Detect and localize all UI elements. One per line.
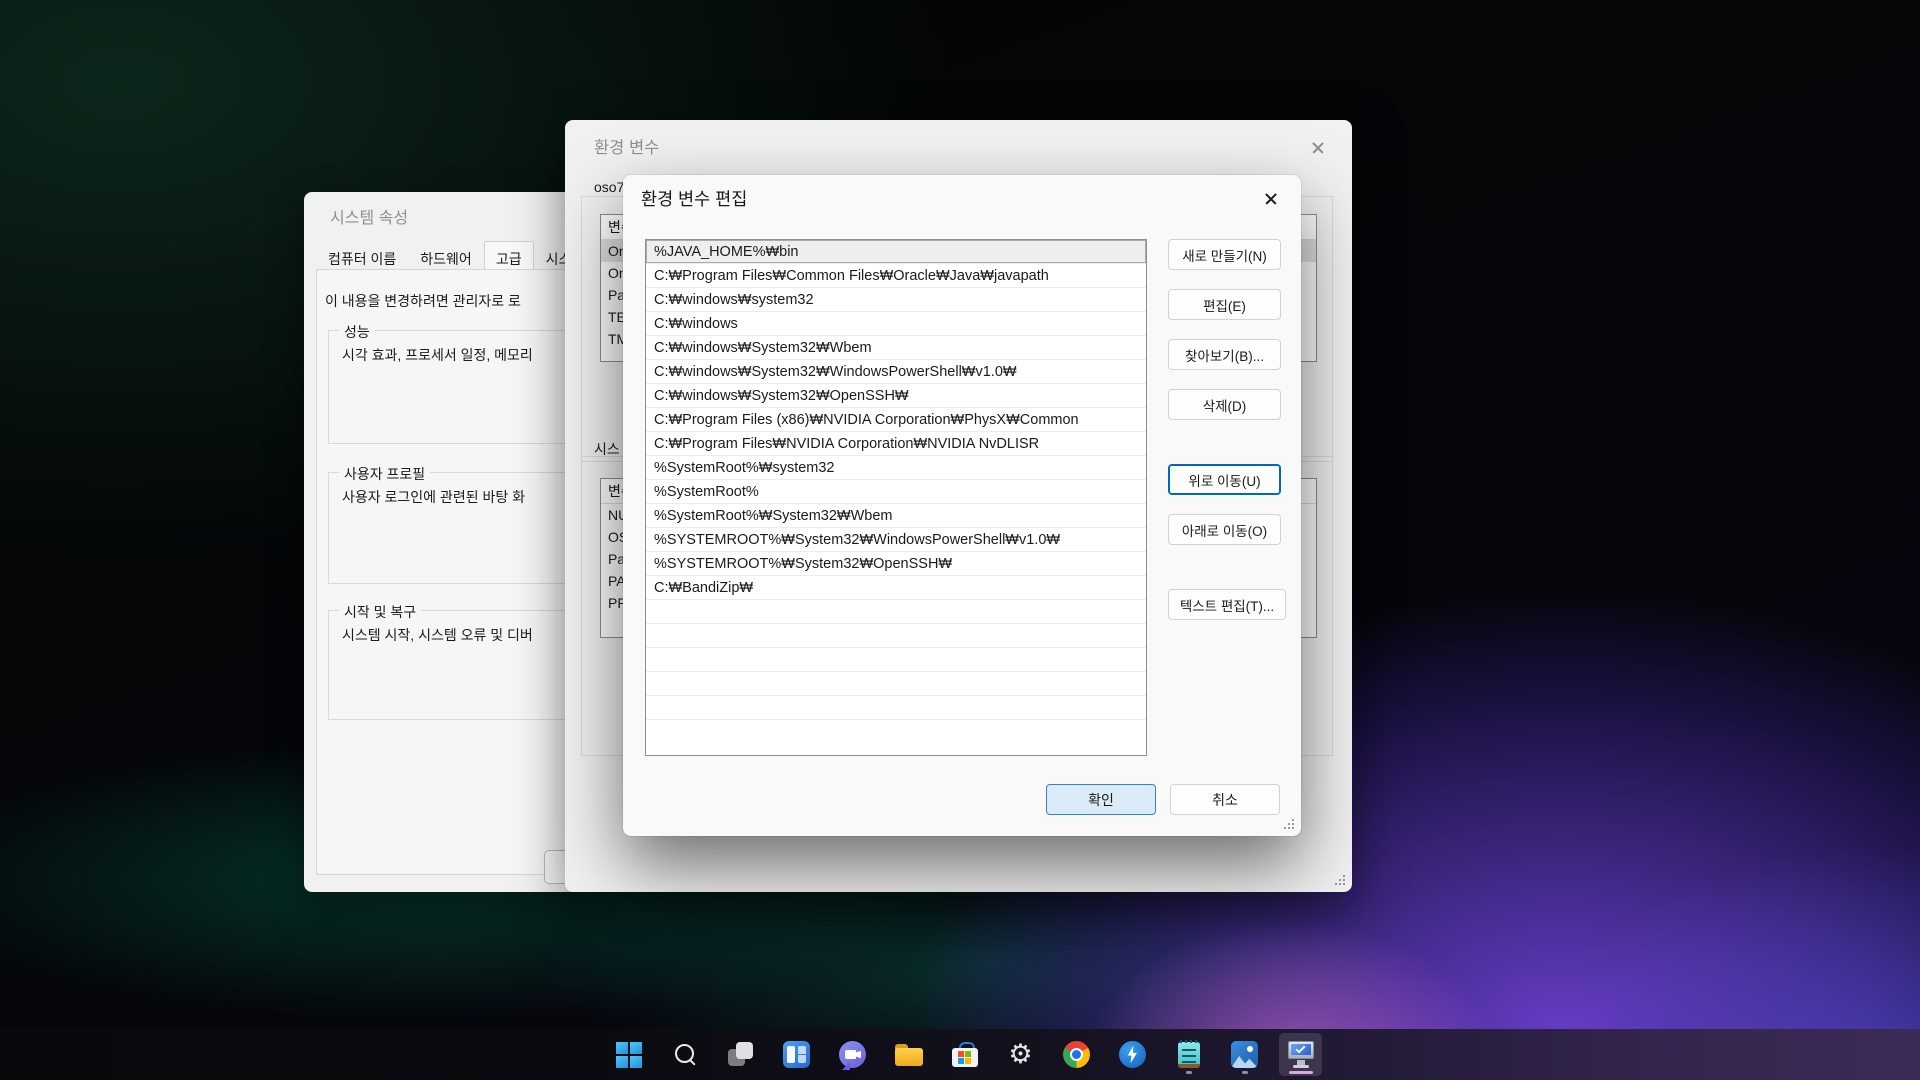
chat-button[interactable] (831, 1033, 874, 1076)
system-properties-taskbar-button[interactable] (1279, 1033, 1322, 1076)
taskbar-icons (607, 1033, 1322, 1076)
gear-icon (1008, 1041, 1032, 1068)
admin-notice-text: 이 내용을 변경하려면 관리자로 로 (325, 291, 521, 311)
path-entry[interactable]: %SystemRoot%₩System32₩Wbem (646, 504, 1146, 528)
running-indicator (1186, 1071, 1192, 1074)
window-title: 시스템 속성 (330, 204, 408, 228)
microsoft-store-icon (952, 1042, 978, 1067)
cancel-button[interactable]: 취소 (1170, 784, 1280, 815)
path-entry[interactable]: C:₩windows₩System32₩OpenSSH₩ (646, 384, 1146, 408)
browse-button[interactable]: 찾아보기(B)... (1168, 339, 1281, 370)
start-button[interactable] (607, 1033, 650, 1076)
startup-recovery-group-label: 시작 및 복구 (339, 602, 421, 622)
window-title: 환경 변수 (594, 134, 659, 158)
resize-grip[interactable] (1333, 873, 1345, 885)
task-view-button[interactable] (719, 1033, 762, 1076)
lightning-icon (1119, 1041, 1146, 1068)
user-profiles-group-label: 사용자 프로필 (339, 464, 430, 484)
taskbar: 오후 6:11 2022-02-23 3 (0, 1029, 1920, 1080)
running-indicator (1242, 1071, 1248, 1074)
close-button[interactable] (1296, 130, 1340, 166)
path-entry-empty (646, 648, 1146, 672)
path-entry-empty (646, 624, 1146, 648)
performance-group-label: 성능 (339, 322, 375, 342)
chat-icon (839, 1041, 866, 1068)
photos-icon (1231, 1041, 1258, 1068)
path-entry[interactable]: C:₩Program Files (x86)₩NVIDIA Corporatio… (646, 408, 1146, 432)
path-entry[interactable]: %JAVA_HOME%₩bin (646, 240, 1146, 264)
active-indicator (1289, 1071, 1313, 1074)
file-explorer-icon (895, 1043, 923, 1067)
close-icon (1264, 192, 1278, 206)
path-entry-empty (646, 696, 1146, 720)
resize-grip[interactable] (1282, 817, 1294, 829)
user-profiles-group: 사용자 프로필 사용자 로그인에 관련된 바탕 화 (328, 472, 576, 584)
delete-button[interactable]: 삭제(D) (1168, 389, 1281, 420)
widgets-button[interactable] (775, 1033, 818, 1076)
search-button[interactable] (663, 1033, 706, 1076)
path-entry[interactable]: %SYSTEMROOT%₩System32₩OpenSSH₩ (646, 552, 1146, 576)
start-icon (616, 1042, 642, 1068)
close-icon (1311, 141, 1325, 155)
search-icon (673, 1043, 697, 1067)
system-properties-icon (1287, 1041, 1315, 1068)
new-button[interactable]: 새로 만들기(N) (1168, 239, 1281, 270)
path-entry[interactable]: C:₩Program Files₩Common Files₩Oracle₩Jav… (646, 264, 1146, 288)
close-button[interactable] (1249, 181, 1293, 217)
photos-button[interactable] (1223, 1033, 1266, 1076)
path-entry[interactable]: %SYSTEMROOT%₩System32₩WindowsPowerShell₩… (646, 528, 1146, 552)
settings-button[interactable] (999, 1033, 1042, 1076)
desktop: 시스템 속성 컴퓨터 이름 하드웨어 고급 시스 이 내용을 변경하려면 관리자… (0, 0, 1920, 1080)
path-entry[interactable]: C:₩windows₩system32 (646, 288, 1146, 312)
path-entry[interactable]: %SystemRoot% (646, 480, 1146, 504)
notepad-button[interactable] (1167, 1033, 1210, 1076)
startup-recovery-group: 시작 및 복구 시스템 시작, 시스템 오류 및 디버 (328, 610, 576, 720)
path-entry[interactable]: C:₩windows₩System32₩WindowsPowerShell₩v1… (646, 360, 1146, 384)
performance-group-description: 시각 효과, 프로세서 일정, 메모리 (342, 345, 533, 365)
edit-environment-variable-dialog: 환경 변수 편집 %JAVA_HOME%₩bin C:₩Program File… (623, 175, 1301, 836)
file-explorer-button[interactable] (887, 1033, 930, 1076)
startup-recovery-group-description: 시스템 시작, 시스템 오류 및 디버 (342, 625, 533, 645)
microsoft-store-button[interactable] (943, 1033, 986, 1076)
path-entry-empty (646, 672, 1146, 696)
ok-button[interactable]: 확인 (1046, 784, 1156, 815)
path-list: %JAVA_HOME%₩bin C:₩Program Files₩Common … (645, 239, 1147, 756)
user-profiles-group-description: 사용자 로그인에 관련된 바탕 화 (342, 487, 525, 507)
system-properties-window: 시스템 속성 컴퓨터 이름 하드웨어 고급 시스 이 내용을 변경하려면 관리자… (304, 192, 576, 892)
path-entry[interactable]: C:₩windows₩System32₩Wbem (646, 336, 1146, 360)
chrome-button[interactable] (1055, 1033, 1098, 1076)
move-down-button[interactable]: 아래로 이동(O) (1168, 514, 1281, 545)
path-entry[interactable]: C:₩windows (646, 312, 1146, 336)
dialog-title: 환경 변수 편집 (641, 186, 747, 211)
task-view-icon (727, 1041, 754, 1068)
performance-group: 성능 시각 효과, 프로세서 일정, 메모리 (328, 330, 576, 444)
user-variables-label-partial: oso7 (591, 179, 627, 195)
move-up-button[interactable]: 위로 이동(U) (1168, 464, 1281, 495)
notepad-icon (1178, 1042, 1200, 1068)
chrome-icon (1063, 1041, 1090, 1068)
edit-text-button[interactable]: 텍스트 편집(T)... (1168, 589, 1286, 620)
path-entry[interactable]: %SystemRoot%₩system32 (646, 456, 1146, 480)
path-entry-empty (646, 600, 1146, 624)
path-entry[interactable]: C:₩BandiZip₩ (646, 576, 1146, 600)
lightning-app-button[interactable] (1111, 1033, 1154, 1076)
edit-button[interactable]: 편집(E) (1168, 289, 1281, 320)
widgets-icon (783, 1041, 810, 1068)
path-entry[interactable]: C:₩Program Files₩NVIDIA Corporation₩NVID… (646, 432, 1146, 456)
